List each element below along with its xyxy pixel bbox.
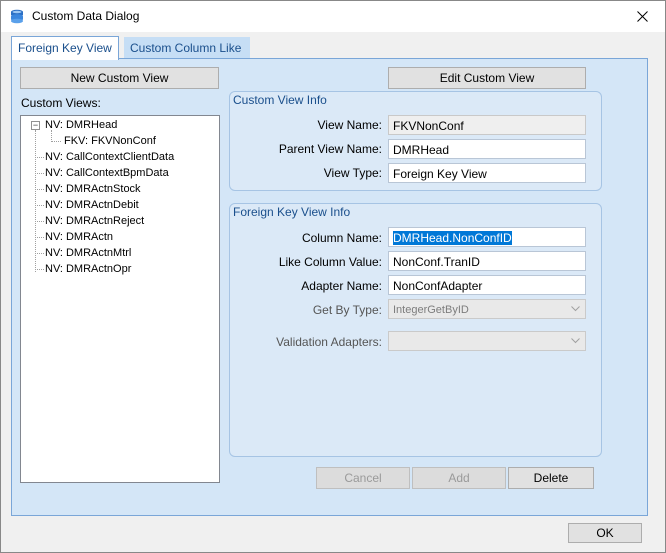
view-name-label: View Name: — [317, 118, 382, 132]
title-bar: Custom Data Dialog — [1, 1, 665, 32]
custom-views-tree[interactable]: − NV: DMRHead FKV: FKVNonConf NV: CallCo… — [20, 115, 220, 483]
add-button[interactable]: Add — [412, 467, 506, 489]
chevron-down-icon — [571, 338, 580, 344]
minus-expander-icon[interactable]: − — [31, 121, 40, 130]
get-by-type-value: IntegerGetByID — [393, 304, 469, 316]
ok-button[interactable]: OK — [568, 523, 642, 543]
tree-node[interactable]: NV: DMRHead — [45, 119, 117, 131]
tree-node[interactable]: NV: DMRActnMtrl — [45, 247, 131, 259]
cancel-button[interactable]: Cancel — [316, 467, 410, 489]
adapter-name-field[interactable]: NonConfAdapter — [388, 275, 586, 295]
edit-custom-view-button[interactable]: Edit Custom View — [388, 67, 586, 89]
tab-custom-column-like[interactable]: Custom Column Like — [124, 37, 250, 59]
tree-node[interactable]: NV: DMRActnReject — [45, 215, 144, 227]
tree-node[interactable]: NV: DMRActnStock — [45, 183, 141, 195]
tree-node[interactable]: NV: DMRActnOpr — [45, 263, 131, 275]
close-icon — [636, 11, 648, 22]
parent-view-name-field[interactable]: DMRHead — [388, 139, 586, 159]
validation-adapters-select[interactable] — [388, 331, 586, 351]
tree-node[interactable]: NV: DMRActnDebit — [45, 199, 139, 211]
tree-node[interactable]: NV: CallContextClientData — [45, 151, 174, 163]
custom-view-info-title: Custom View Info — [233, 93, 327, 107]
tree-node[interactable]: FKV: FKVNonConf — [64, 135, 156, 147]
view-type-label: View Type: — [323, 166, 382, 180]
tree-node[interactable]: NV: DMRActn — [45, 231, 113, 243]
foreign-key-view-info-title: Foreign Key View Info — [233, 205, 351, 219]
view-type-field[interactable]: Foreign Key View — [388, 163, 586, 183]
close-button[interactable] — [619, 1, 665, 32]
like-column-value-label: Like Column Value: — [278, 255, 382, 269]
foreign-key-view-info-group: Foreign Key View Info Column Name: DMRHe… — [229, 203, 602, 457]
parent-view-name-label: Parent View Name: — [278, 142, 382, 156]
tab-panel: New Custom View Custom Views: − NV: DMRH… — [11, 58, 648, 516]
chevron-down-icon — [571, 306, 580, 312]
validation-adapters-label: Validation Adapters: — [276, 335, 382, 349]
delete-button[interactable]: Delete — [508, 467, 594, 489]
custom-data-dialog: Custom Data Dialog Foreign Key View Cust… — [0, 0, 666, 553]
adapter-name-label: Adapter Name: — [301, 279, 382, 293]
view-name-field[interactable]: FKVNonConf — [388, 115, 586, 135]
app-icon — [11, 9, 23, 24]
get-by-type-select[interactable]: IntegerGetByID — [388, 299, 586, 319]
column-name-value: DMRHead.NonConfID — [393, 231, 512, 245]
custom-views-label: Custom Views: — [21, 96, 101, 110]
tab-foreign-key-view[interactable]: Foreign Key View — [11, 36, 119, 60]
tree-node[interactable]: NV: CallContextBpmData — [45, 167, 169, 179]
like-column-value-field[interactable]: NonConf.TranID — [388, 251, 586, 271]
column-name-label: Column Name: — [301, 231, 382, 245]
window-title: Custom Data Dialog — [32, 9, 140, 23]
custom-view-info-group: Custom View Info View Name: FKVNonConf P… — [229, 91, 602, 191]
get-by-type-label: Get By Type: — [312, 303, 382, 317]
tab-strip: Foreign Key View Custom Column Like — [11, 36, 648, 60]
new-custom-view-button[interactable]: New Custom View — [20, 67, 219, 89]
column-name-field[interactable]: DMRHead.NonConfID — [388, 227, 586, 247]
